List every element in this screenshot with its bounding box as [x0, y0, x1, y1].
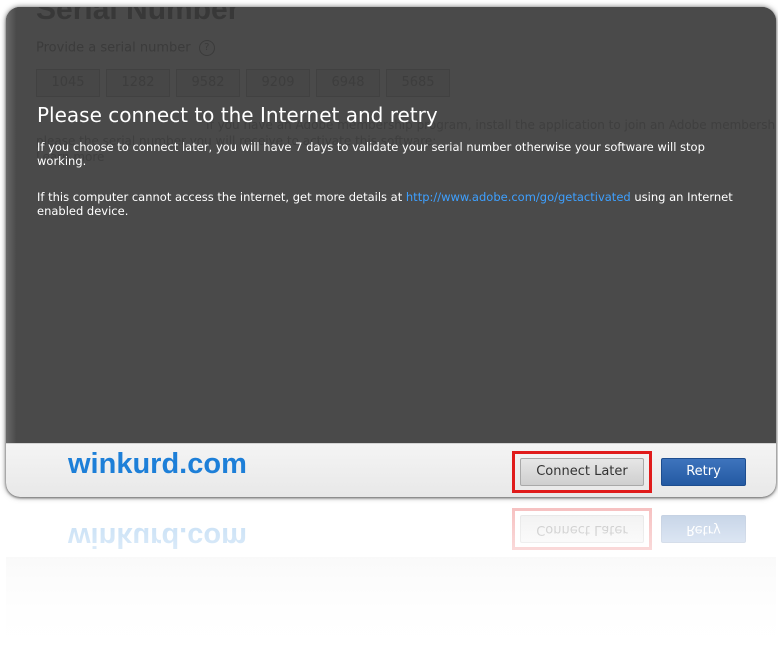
connect-later-button[interactable]: Connect Later: [520, 458, 644, 486]
serial-field-3: 9582: [176, 69, 240, 97]
background-page-title: Serial Number: [36, 7, 240, 26]
brand-watermark: winkurd.com: [68, 448, 247, 480]
dialog-footer: winkurd.com Connect Later Retry: [6, 443, 776, 497]
screenshot-stage: Serial Number Provide a serial number ? …: [0, 0, 778, 655]
getactivated-link[interactable]: http://www.adobe.com/go/getactivated: [406, 190, 631, 204]
window-reflection: winkurd.com Connect Later Retry: [6, 503, 776, 655]
connect-later-warning: If you choose to connect later, you will…: [37, 140, 705, 168]
window-left-edge: [6, 7, 16, 443]
offline-info-text-before: If this computer cannot access the inter…: [37, 190, 403, 204]
offline-activation-info: If this computer cannot access the inter…: [37, 190, 757, 218]
serial-field-6: 5685: [386, 69, 450, 97]
serial-field-4: 9209: [246, 69, 310, 97]
retry-button[interactable]: Retry: [661, 458, 746, 486]
background-subtitle-text: Provide a serial number: [36, 40, 191, 56]
reflection-fade: [6, 503, 776, 655]
background-page-subtitle: Provide a serial number ?: [36, 40, 215, 56]
serial-field-1: 1045: [36, 69, 100, 97]
activation-dialog: Serial Number Provide a serial number ? …: [6, 7, 776, 497]
serial-number-page-background: Serial Number Provide a serial number ? …: [6, 7, 776, 443]
help-icon: ?: [198, 40, 215, 56]
serial-field-2: 1282: [106, 69, 170, 97]
serial-field-5: 6948: [316, 69, 380, 97]
serial-number-fields: 1045 1282 9582 9209 6948 5685: [36, 69, 450, 97]
connect-message-title: Please connect to the Internet and retry: [37, 103, 438, 127]
